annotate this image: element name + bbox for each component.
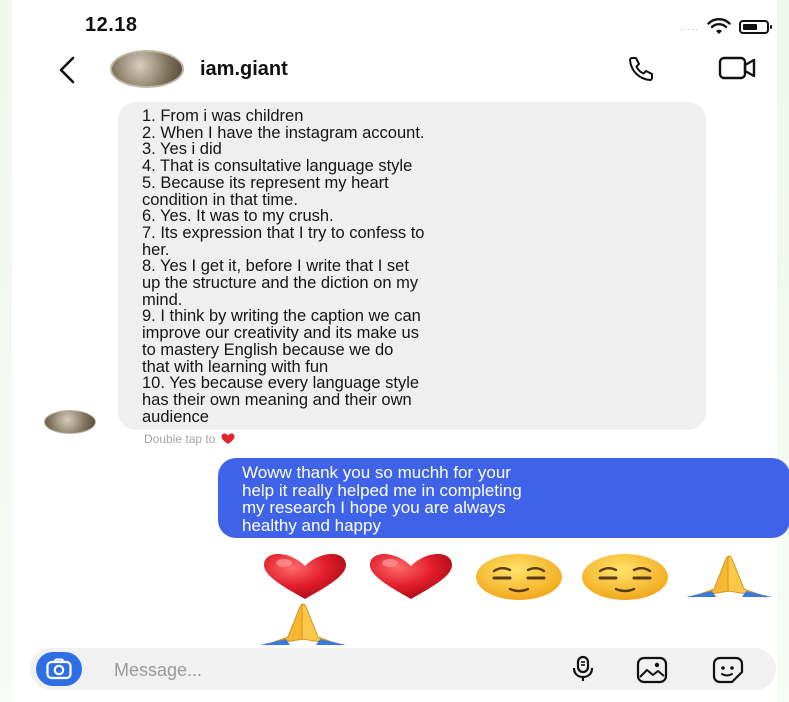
status-bar: 12.18 ..... bbox=[0, 0, 789, 50]
relieved-face-emoji-icon bbox=[476, 554, 562, 600]
received-message-line: to mastery English because we do bbox=[142, 340, 394, 359]
signal-icon: ..... bbox=[680, 21, 699, 33]
wifi-icon bbox=[707, 18, 731, 34]
status-time: 12.18 bbox=[85, 14, 138, 36]
sent-message-line: help it really helped me in completing bbox=[242, 480, 522, 500]
gallery-icon[interactable] bbox=[636, 656, 668, 684]
received-message-line: mind. bbox=[142, 290, 183, 309]
sticker-icon[interactable] bbox=[712, 656, 744, 684]
relieved-face-emoji-icon bbox=[582, 554, 668, 600]
chat-header: iam.giant bbox=[0, 50, 789, 92]
folded-hands-emoji-icon bbox=[260, 603, 346, 646]
camera-icon bbox=[46, 658, 72, 680]
received-message-line: up the structure and the diction on my bbox=[142, 274, 419, 293]
back-chevron-icon[interactable] bbox=[55, 52, 79, 88]
received-message-line: 10. Yes because every language style bbox=[142, 374, 420, 393]
red-heart-emoji-icon bbox=[264, 554, 346, 599]
received-message-line: 9. I think by writing the caption we can bbox=[142, 307, 421, 326]
received-message-line: 2. When I have the instagram account. bbox=[142, 123, 425, 142]
sent-message-line: Woww thank you so muchh for your bbox=[242, 463, 511, 482]
received-message-line: 1. From i was children bbox=[142, 107, 304, 125]
received-message-bubble[interactable]: 1. From i was children 2. When I have the… bbox=[118, 102, 706, 430]
message-composer bbox=[30, 648, 776, 690]
double-tap-hint: Double tap to bbox=[144, 432, 235, 446]
emoji-message[interactable] bbox=[0, 553, 789, 653]
phone-icon[interactable] bbox=[626, 54, 656, 84]
folded-hands-emoji-icon bbox=[686, 555, 772, 598]
battery-icon bbox=[739, 20, 772, 34]
received-message-line: 8. Yes I get it, before I write that I s… bbox=[142, 257, 409, 276]
received-message-line: her. bbox=[142, 240, 170, 259]
received-message-line: 5. Because its represent my heart bbox=[142, 173, 389, 192]
received-message-line: improve our creativity and its make us bbox=[142, 324, 419, 343]
received-message-line: 4. That is consultative language style bbox=[142, 157, 413, 176]
received-message-line: 3. Yes i did bbox=[142, 140, 222, 159]
red-heart-emoji-icon bbox=[370, 554, 452, 599]
message-input[interactable] bbox=[112, 654, 536, 686]
received-message-line: 6. Yes. It was to my crush. bbox=[142, 207, 334, 226]
sent-message-line: healthy and happy bbox=[242, 515, 381, 535]
camera-button[interactable] bbox=[36, 652, 82, 686]
avatar[interactable] bbox=[110, 50, 184, 88]
sender-avatar[interactable] bbox=[44, 410, 96, 434]
sent-message-line: my research I hope you are always bbox=[242, 498, 506, 517]
double-tap-label: Double tap to bbox=[144, 432, 216, 446]
sent-message-bubble[interactable]: Woww thank you so muchh for your help it … bbox=[218, 458, 789, 538]
status-icons: ..... bbox=[680, 18, 772, 36]
received-message-line: that with learning with fun bbox=[142, 357, 329, 376]
video-call-icon[interactable] bbox=[718, 54, 758, 82]
chat-username[interactable]: iam.giant bbox=[200, 58, 288, 81]
heart-icon bbox=[221, 433, 235, 444]
received-message-line: audience bbox=[142, 407, 209, 426]
microphone-icon[interactable] bbox=[568, 654, 598, 684]
received-message-line: has their own meaning and their own bbox=[142, 390, 412, 409]
received-message-line: condition in that time. bbox=[142, 190, 298, 209]
received-message-line: 7. Its expression that I try to confess … bbox=[142, 223, 425, 242]
